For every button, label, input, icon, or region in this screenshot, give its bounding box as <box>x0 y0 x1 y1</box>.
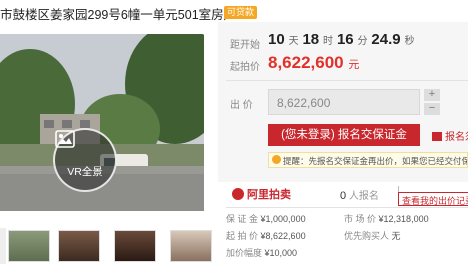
deposit-row: 保 证 金 ¥1,000,000 <box>226 212 306 225</box>
enrolled-count: 0 人报名 <box>340 187 379 202</box>
enrolled-number: 0 <box>340 190 347 202</box>
increment-row: 加价幅度 ¥10,000 <box>226 246 297 259</box>
market-price-value: ¥12,318,000 <box>378 214 429 224</box>
countdown-days-unit: 天 <box>288 36 299 47</box>
deposit-reminder: 提醒：先报名交保证金再出价，如果您已经交付保证金， <box>268 152 468 168</box>
vr-label: VR全景 <box>67 166 103 178</box>
property-photo[interactable]: VR全景 1 <box>0 34 204 211</box>
priority-buyer-row: 优先购买人 无 <box>344 229 401 242</box>
detail-divider <box>226 207 468 208</box>
registration-notice-label: 报名须 <box>445 132 468 143</box>
enrolled-label: 人报名 <box>348 191 379 202</box>
priority-buyer-value: 无 <box>391 231 401 241</box>
start-price-detail-value: ¥8,622,600 <box>260 231 306 241</box>
thumbnail-image[interactable] <box>114 230 156 262</box>
countdown-label: 距开始 <box>230 40 260 51</box>
countdown-minutes: 16 <box>336 31 354 48</box>
property-title: 市鼓楼区姜家园299号6幢一单元501室房产 <box>0 8 237 22</box>
increment-value: ¥10,000 <box>264 248 298 258</box>
deposit-label: 保 证 金 <box>226 214 259 224</box>
thumbnail-image[interactable] <box>170 230 212 262</box>
thumbnail-image[interactable] <box>8 230 50 262</box>
increment-label: 加价幅度 <box>226 248 263 258</box>
bid-decrease-button[interactable]: − <box>424 103 440 115</box>
vr-panorama-button[interactable]: VR全景 <box>53 128 117 192</box>
bid-record-link[interactable]: 查看我的出价记录 <box>398 192 468 206</box>
registration-notice-link[interactable]: 报名须 <box>432 128 468 143</box>
thumbnail-strip <box>0 228 220 264</box>
bid-label: 出 价 <box>230 100 253 111</box>
brand-label: 阿里拍卖 <box>247 189 291 201</box>
bid-increase-button[interactable]: + <box>424 89 440 101</box>
thumbnail-image[interactable] <box>58 230 100 262</box>
start-price-row: 起 拍 价 ¥8,622,600 <box>226 229 306 242</box>
market-price-label: 市 场 价 <box>344 214 377 224</box>
start-price: 8,622,600 元 <box>268 53 359 73</box>
loan-available-badge: 可贷款 <box>224 6 258 19</box>
deposit-reminder-text: 提醒：先报名交保证金再出价，如果您已经交付保证金， <box>283 156 467 166</box>
panel-divider <box>226 80 468 81</box>
thumbnail-prev-arrow[interactable] <box>0 228 6 264</box>
register-deposit-button[interactable]: (您未登录) 报名交保证金 <box>268 124 420 146</box>
countdown-hours: 18 <box>302 31 320 48</box>
deposit-value: ¥1,000,000 <box>260 214 306 224</box>
market-price-row: 市 场 价 ¥12,318,000 <box>344 212 429 225</box>
title-bar: 市鼓楼区姜家园299号6幢一单元501室房产 可贷款 <box>0 0 468 22</box>
start-price-unit: 元 <box>348 59 360 71</box>
start-price-value: 8,622,600 <box>268 53 344 72</box>
start-price-label: 起拍价 <box>230 62 260 73</box>
notice-book-icon <box>432 132 442 141</box>
start-price-detail-label: 起 拍 价 <box>226 231 259 241</box>
countdown-timer: 10 天 18 时 16 分 24.9 秒 <box>268 31 415 48</box>
vr-image-icon <box>55 130 75 148</box>
countdown-days: 10 <box>268 31 285 48</box>
countdown-hours-unit: 时 <box>323 36 334 47</box>
lightbulb-icon <box>272 155 281 164</box>
ali-auction-brand[interactable]: 阿里拍卖 <box>232 186 291 202</box>
countdown-seconds: 24.9 <box>371 31 401 48</box>
countdown-seconds-unit: 秒 <box>404 36 415 47</box>
priority-buyer-label: 优先购买人 <box>344 231 390 241</box>
countdown-minutes-unit: 分 <box>357 36 368 47</box>
bid-amount-input[interactable]: 8,622,600 <box>268 89 420 115</box>
ali-auction-logo-icon <box>232 188 244 200</box>
